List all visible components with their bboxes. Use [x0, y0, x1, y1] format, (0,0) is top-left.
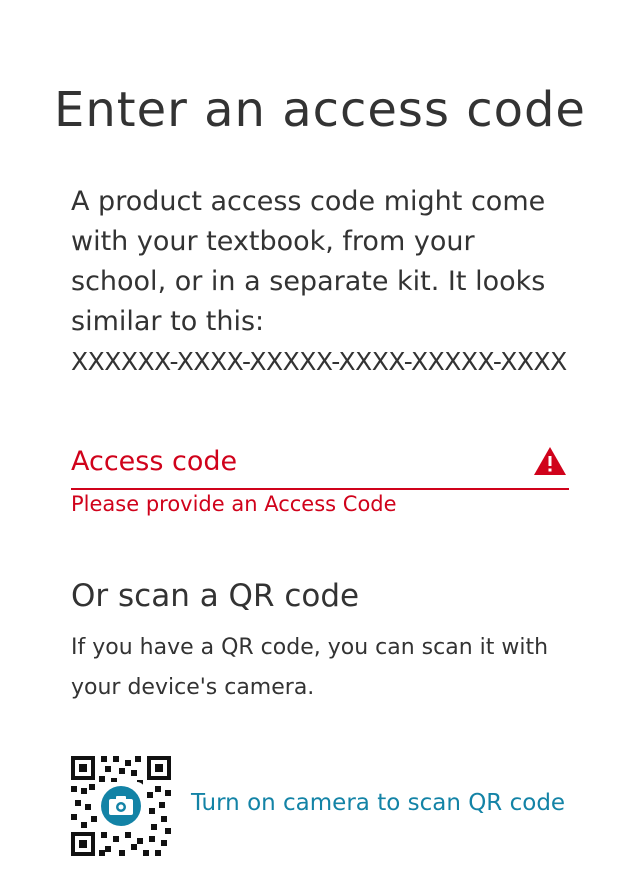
- qr-section-heading: Or scan a QR code: [71, 578, 360, 614]
- qr-camera-icon: [71, 756, 171, 856]
- warning-triangle-icon: [534, 447, 566, 475]
- code-format-example: XXXXXX-XXXX-XXXXX-XXXX-XXXXX-XXXX: [71, 347, 567, 376]
- access-code-label: Access code: [71, 446, 238, 477]
- intro-text: A product access code might come with yo…: [71, 186, 546, 337]
- qr-section-description: If you have a QR code, you can scan it w…: [71, 635, 549, 700]
- access-code-field[interactable]: Access code: [71, 440, 569, 490]
- access-code-error: Please provide an Access Code: [71, 492, 397, 516]
- page-title: Enter an access code: [54, 82, 586, 138]
- scan-qr-button[interactable]: Turn on camera to scan QR code: [71, 756, 571, 856]
- scan-qr-link[interactable]: Turn on camera to scan QR code: [191, 790, 565, 816]
